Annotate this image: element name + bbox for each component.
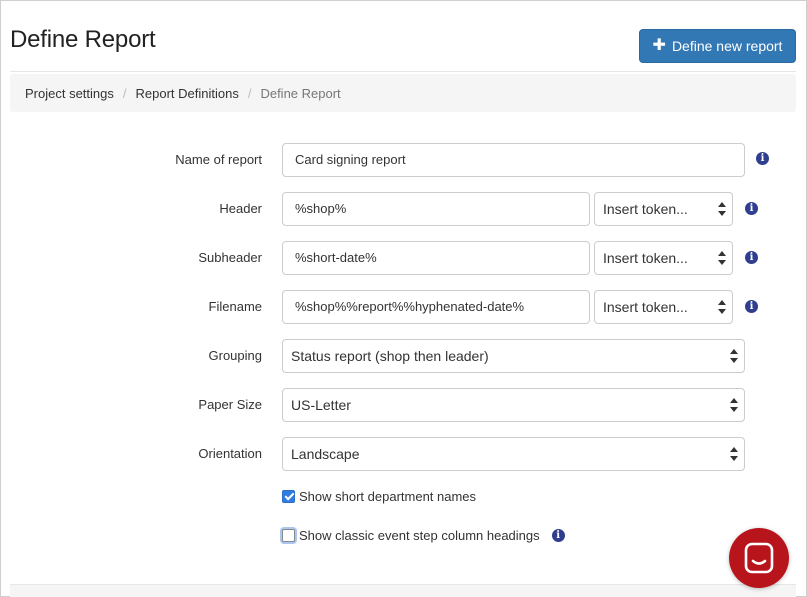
breadcrumb-project-settings[interactable]: Project settings <box>25 86 114 101</box>
subheader-label: Subheader <box>198 250 262 265</box>
info-icon[interactable]: i <box>745 251 758 264</box>
define-new-report-label: Define new report <box>671 38 783 54</box>
name-input[interactable]: Card signing report <box>282 143 745 177</box>
chat-launcher-button[interactable] <box>729 528 789 588</box>
define-new-report-button[interactable]: ✚ Define new report <box>639 29 796 63</box>
info-icon[interactable]: i <box>756 152 769 165</box>
header-token-select-value: Insert token... <box>603 201 688 217</box>
short-department-names-label: Show short department names <box>299 488 477 504</box>
orientation-select[interactable]: Landscape <box>282 437 745 471</box>
orientation-label: Orientation <box>198 446 262 461</box>
updown-arrows-icon <box>730 447 738 461</box>
grouping-label: Grouping <box>208 348 262 363</box>
filename-token-select[interactable]: Insert token... <box>594 290 733 324</box>
updown-arrows-icon <box>718 251 726 265</box>
report-form: Name of report Card signing report i Hea… <box>10 122 796 597</box>
updown-arrows-icon <box>718 202 726 216</box>
subheader-input[interactable]: %short-date% <box>282 241 590 275</box>
filename-label: Filename <box>208 299 262 314</box>
subheader-token-select[interactable]: Insert token... <box>594 241 733 275</box>
breadcrumb: Project settings / Report Definitions / … <box>10 74 796 112</box>
breadcrumb-separator: / <box>247 85 252 101</box>
breadcrumb-separator: / <box>122 85 127 101</box>
form-row-name: Name of report Card signing report i <box>10 143 796 177</box>
classic-headings-option[interactable]: Show classic event step column headings … <box>282 525 565 545</box>
form-row-orientation: Orientation Landscape <box>10 437 796 471</box>
name-label: Name of report <box>175 152 262 167</box>
classic-headings-label: Show classic event step column headings <box>299 527 540 543</box>
paper-size-label: Paper Size <box>198 397 262 412</box>
updown-arrows-icon <box>730 349 738 363</box>
paper-size-select[interactable]: US-Letter <box>282 388 745 422</box>
short-department-names-checkbox[interactable] <box>282 489 295 503</box>
updown-arrows-icon <box>730 398 738 412</box>
form-row-filename: Filename %shop%%report%%hyphenated-date%… <box>10 290 796 324</box>
breadcrumb-current: Define Report <box>260 85 341 101</box>
paper-size-select-value: US-Letter <box>291 397 351 413</box>
header-input[interactable]: %shop% <box>282 192 590 226</box>
info-icon[interactable]: i <box>551 528 565 542</box>
form-row-subheader: Subheader %short-date% Insert token... i <box>10 241 796 275</box>
filename-token-select-value: Insert token... <box>603 299 688 315</box>
form-row-grouping: Grouping Status report (shop then leader… <box>10 339 796 373</box>
updown-arrows-icon <box>718 300 726 314</box>
chat-icon <box>744 542 774 574</box>
classic-headings-checkbox[interactable] <box>282 528 295 542</box>
short-department-names-option[interactable]: Show short department names <box>282 486 476 506</box>
plus-icon: ✚ <box>652 37 666 54</box>
filename-input[interactable]: %shop%%report%%hyphenated-date% <box>282 290 590 324</box>
breadcrumb-report-definitions[interactable]: Report Definitions <box>136 86 239 101</box>
grouping-select-value: Status report (shop then leader) <box>291 348 489 364</box>
grouping-select[interactable]: Status report (shop then leader) <box>282 339 745 373</box>
header-token-select[interactable]: Insert token... <box>594 192 733 226</box>
page-title: Define Report <box>10 26 156 53</box>
header-label: Header <box>219 201 262 216</box>
orientation-select-value: Landscape <box>291 446 360 462</box>
footer-band <box>10 584 796 597</box>
header-divider <box>10 71 796 72</box>
info-icon[interactable]: i <box>745 300 758 313</box>
form-row-header: Header %shop% Insert token... i <box>10 192 796 226</box>
subheader-token-select-value: Insert token... <box>603 250 688 266</box>
form-row-paper-size: Paper Size US-Letter <box>10 388 796 422</box>
info-icon[interactable]: i <box>745 202 758 215</box>
